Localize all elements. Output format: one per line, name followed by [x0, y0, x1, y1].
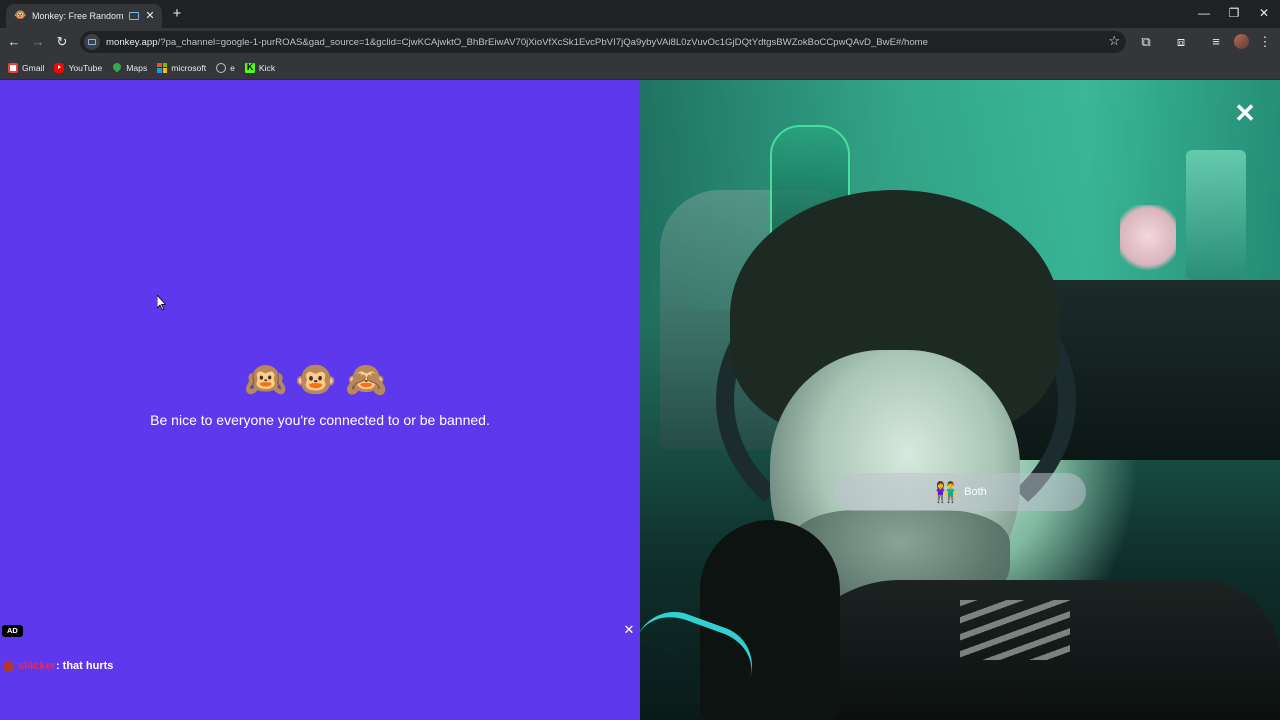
address-bar[interactable]: monkey.app/?pa_channel=google-1-purROAS&… — [80, 31, 1126, 53]
extensions-icon[interactable]: ⧉ — [1136, 32, 1156, 52]
bookmark-e[interactable]: e — [216, 62, 235, 73]
bookmark-maps[interactable]: Maps — [112, 63, 147, 73]
gender-filter-label: Both — [964, 486, 987, 498]
site-info-icon[interactable] — [84, 34, 100, 50]
close-video-icon[interactable]: ✕ — [1233, 100, 1257, 126]
chat-message: sl4cker : that hurts — [4, 660, 113, 672]
forward-button[interactable]: → — [28, 32, 48, 52]
window-maximize-button[interactable]: ❐ — [1225, 4, 1243, 22]
rules-notice: Be nice to everyone you're connected to … — [150, 412, 490, 428]
bookmarks-bar: Gmail YouTube Maps microsoft e Kick — [0, 56, 1280, 80]
three-monkeys-emoji: 🙉🐵🙈 — [244, 361, 396, 399]
chat-username: sl4cker — [18, 660, 56, 672]
cast-icon[interactable]: ⧈ — [1171, 32, 1191, 52]
gender-filter-button[interactable]: 👫 Both — [834, 473, 1086, 511]
tab-media-playing-icon — [129, 12, 139, 20]
browser-menu-icon[interactable]: ⋮ — [1255, 32, 1275, 52]
bookmark-gmail[interactable]: Gmail — [8, 62, 44, 73]
media-controls-icon[interactable]: ≡ — [1206, 32, 1226, 52]
window-close-button[interactable]: ✕ — [1255, 4, 1273, 22]
tab-title: Monkey: Free Random Vide — [32, 11, 124, 21]
waiting-panel: 🙉🐵🙈 Be nice to everyone you're connected… — [0, 80, 640, 720]
user-badge-icon — [4, 661, 13, 671]
couple-icon: 👫 — [933, 481, 959, 504]
chat-text: : that hurts — [55, 660, 114, 672]
video-feed: ✕ 👫 Both — [640, 80, 1280, 720]
profile-avatar[interactable] — [1234, 34, 1249, 49]
monkey-favicon-icon: 🐵 — [14, 10, 27, 21]
ad-badge: AD — [2, 625, 23, 637]
bookmark-kick[interactable]: Kick — [244, 62, 275, 73]
globe-icon — [216, 62, 227, 73]
back-button[interactable]: ← — [4, 32, 24, 52]
url-text: monkey.app/?pa_channel=google-1-purROAS&… — [106, 36, 929, 48]
mouse-cursor-icon — [156, 293, 167, 311]
bookmark-star-icon[interactable]: ☆ — [1108, 33, 1120, 49]
bookmark-youtube[interactable]: YouTube — [54, 62, 102, 73]
gmail-icon — [8, 62, 18, 73]
ad-close-icon[interactable]: ✕ — [622, 623, 636, 637]
microsoft-icon — [157, 62, 168, 73]
browser-tab[interactable]: 🐵 Monkey: Free Random Vide ✕ — [6, 4, 162, 28]
browser-toolbar: ← → ↻ monkey.app/?pa_channel=google-1-pu… — [0, 28, 1280, 56]
bookmark-microsoft[interactable]: microsoft — [157, 62, 206, 73]
tab-strip: 🐵 Monkey: Free Random Vide ✕ + — ❐ ✕ — [0, 0, 1280, 28]
new-tab-button[interactable]: + — [168, 5, 186, 23]
kick-icon — [244, 62, 255, 73]
maps-icon — [112, 63, 122, 73]
window-minimize-button[interactable]: — — [1195, 4, 1213, 22]
youtube-icon — [54, 62, 65, 73]
tab-close-icon[interactable]: ✕ — [144, 10, 156, 22]
reload-button[interactable]: ↻ — [52, 32, 72, 52]
